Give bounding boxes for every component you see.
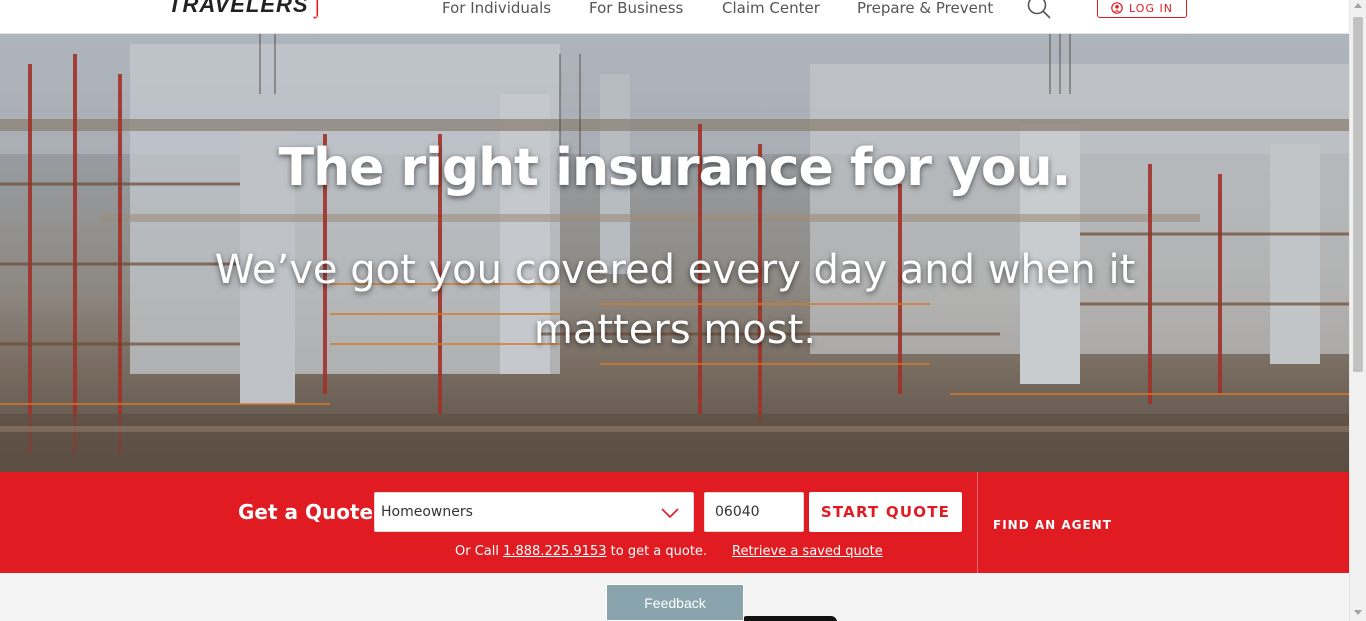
quote-bar-divider: [977, 472, 978, 573]
user-icon: [1111, 2, 1123, 14]
app-store-badge[interactable]: [741, 616, 837, 621]
retrieve-saved-quote-link[interactable]: Retrieve a saved quote: [732, 544, 883, 559]
logo-text: TRAVELERS: [168, 0, 309, 17]
insurance-type-select[interactable]: Homeowners: [374, 492, 694, 532]
start-quote-button[interactable]: START QUOTE: [809, 492, 962, 532]
nav-for-individuals[interactable]: For Individuals: [442, 0, 551, 17]
login-label: LOG IN: [1129, 1, 1173, 15]
nav-claim-center[interactable]: Claim Center: [722, 0, 820, 17]
scroll-up-arrow-icon[interactable]: [1354, 3, 1362, 8]
feedback-label: Feedback: [644, 595, 706, 611]
phone-link[interactable]: 1.888.225.9153: [503, 544, 606, 559]
travelers-logo[interactable]: TRAVELERS⌡: [168, 0, 325, 18]
feedback-button[interactable]: Feedback: [606, 584, 744, 621]
login-button[interactable]: LOG IN: [1097, 0, 1187, 18]
nav-for-business[interactable]: For Business: [589, 0, 683, 17]
scroll-down-arrow-icon[interactable]: [1354, 610, 1362, 615]
call-prefix: Or Call: [455, 544, 504, 559]
scroll-thumb[interactable]: [1353, 17, 1363, 372]
nav-prepare-prevent[interactable]: Prepare & Prevent: [857, 0, 993, 17]
umbrella-logo-icon: ⌡: [310, 0, 325, 17]
insurance-type-value: Homeowners: [381, 504, 473, 520]
hero-banner: The right insurance for you. We’ve got y…: [0, 34, 1349, 472]
hero-title: The right insurance for you.: [278, 138, 1072, 198]
search-icon[interactable]: [1026, 0, 1052, 20]
zip-code-input[interactable]: [704, 492, 804, 532]
quote-bar: Get a Quote Homeowners START QUOTE Or Ca…: [0, 472, 1349, 573]
site-header: TRAVELERS⌡ For Individuals For Business …: [0, 0, 1349, 34]
hero-subtitle: We’ve got you covered every day and when…: [214, 247, 1136, 353]
get-a-quote-label: Get a Quote: [238, 500, 374, 524]
page-scrollbar[interactable]: [1349, 0, 1366, 621]
find-an-agent-link[interactable]: FIND AN AGENT: [993, 518, 1112, 532]
call-to-quote-text: Or Call 1.888.225.9153 to get a quote.: [455, 544, 707, 559]
call-suffix: to get a quote.: [606, 544, 708, 559]
chevron-down-icon: [661, 508, 679, 519]
